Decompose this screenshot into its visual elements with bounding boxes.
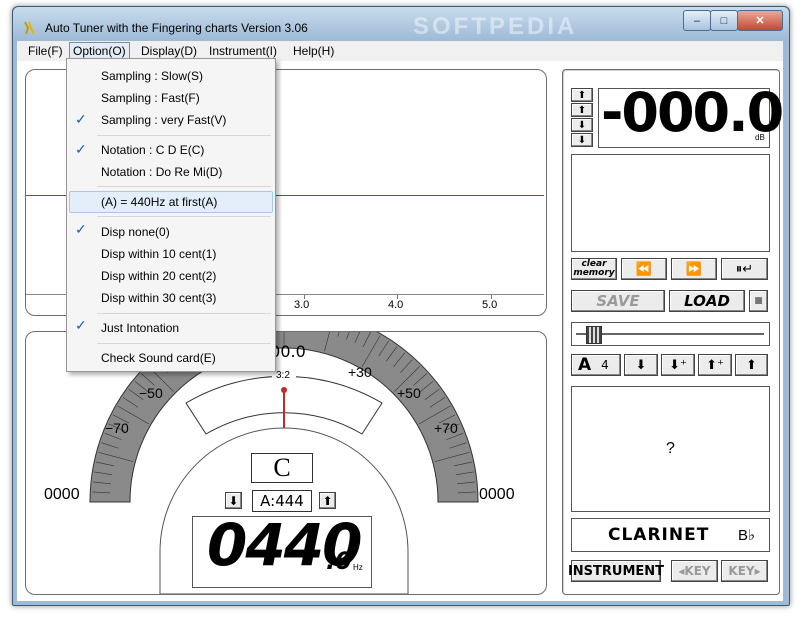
pause-return-icon: ⏸↵ xyxy=(735,261,754,277)
level-up-button[interactable]: ⬆ xyxy=(571,103,593,117)
window-title: Auto Tuner with the Fingering charts Ver… xyxy=(45,21,308,35)
frequency-decimal: .0 xyxy=(326,547,352,575)
arrow-up-icon: ⬆ xyxy=(577,89,587,101)
cent-label-plus30: +30 xyxy=(348,364,372,380)
forward-button[interactable]: ⏩ xyxy=(671,258,717,280)
menu-separator xyxy=(97,343,271,344)
level-down-button[interactable]: ⬇ xyxy=(571,118,593,132)
menu-display[interactable]: Display(D) xyxy=(141,44,197,58)
close-button[interactable]: ✕ xyxy=(737,10,783,31)
menu-item-notation-doremi[interactable]: Notation : Do Re Mi(D) xyxy=(101,165,222,179)
menu-item-sampling-slow[interactable]: Sampling : Slow(S) xyxy=(101,69,203,83)
arrow-down-icon: ⬇ xyxy=(635,357,647,373)
note-display: C xyxy=(251,453,313,483)
load-button[interactable]: LOAD xyxy=(669,290,745,312)
x-tick-label: 5.0 xyxy=(482,299,498,311)
db-display: -000.0 dB xyxy=(598,81,784,148)
fingering-chart: ? xyxy=(571,386,770,512)
cent-label-minus70: −70 xyxy=(105,420,129,436)
x-tick-label: 3.0 xyxy=(294,299,310,311)
arrow-down-icon: ⬇⁺ xyxy=(669,357,687,373)
check-icon: ✓ xyxy=(75,317,87,333)
x-tick-label: 4.0 xyxy=(388,299,404,311)
transpose-up-octave-button[interactable]: ⬆⁺ xyxy=(698,354,732,376)
arrow-up-icon: ⬆ xyxy=(577,104,587,116)
menu-help[interactable]: Help(H) xyxy=(293,44,334,58)
pause-button[interactable]: ⏸↵ xyxy=(721,258,768,280)
transpose-letter: A xyxy=(578,355,592,375)
pitch-reference: A:444 xyxy=(252,490,312,512)
menu-item-sampling-very-fast[interactable]: Sampling : very Fast(V) xyxy=(101,113,226,127)
transpose-up-button[interactable]: ⬆ xyxy=(735,354,768,376)
arrow-down-icon: ⬇ xyxy=(577,119,587,131)
menu-file[interactable]: File(F) xyxy=(28,44,63,58)
menu-item-just-intonation[interactable]: Just Intonation xyxy=(101,321,179,335)
db-unit: dB xyxy=(755,133,765,142)
left-value: 0000 xyxy=(44,486,80,503)
forward-icon: ⏩ xyxy=(685,261,703,277)
key-up-button[interactable]: KEY▸ xyxy=(721,560,768,582)
check-icon: ✓ xyxy=(75,141,87,157)
watermark: SOFTPEDIA xyxy=(413,13,578,40)
title-bar[interactable]: Auto Tuner with the Fingering charts Ver… xyxy=(13,7,789,41)
instrument-button[interactable]: INSTRUMENT xyxy=(568,560,664,582)
control-panel: ⬆ ⬆ ⬇ ⬇ -000.0 dB clear memory ⏪ ⏩ ⏸↵ SA… xyxy=(562,69,784,595)
level-down-fast-button[interactable]: ⬇ xyxy=(571,133,593,147)
clear-memory-button[interactable]: clear memory xyxy=(571,258,617,280)
maximize-button[interactable]: □ xyxy=(710,10,738,31)
slider-track xyxy=(576,333,764,335)
menu-item-disp-20[interactable]: Disp within 20 cent(2) xyxy=(101,269,216,283)
menu-item-disp-none[interactable]: Disp none(0) xyxy=(101,225,170,239)
transpose-down-button[interactable]: ⬇ xyxy=(624,354,658,376)
stop-button[interactable]: ■ xyxy=(749,290,768,312)
cent-label-plus50: +50 xyxy=(397,385,421,401)
level-up-fast-button[interactable]: ⬆ xyxy=(571,88,593,102)
menu-item-notation-cde[interactable]: Notation : C D E(C) xyxy=(101,143,204,157)
arrow-up-icon: ⬆⁺ xyxy=(706,357,724,373)
menu-separator xyxy=(97,135,271,136)
arrow-up-icon: ⬆ xyxy=(746,357,757,373)
memory-label: memory xyxy=(573,268,615,278)
rewind-button[interactable]: ⏪ xyxy=(621,258,667,280)
menu-instrument[interactable]: Instrument(I) xyxy=(209,44,277,58)
slider-thumb[interactable] xyxy=(586,326,602,344)
menu-separator xyxy=(97,216,271,217)
memory-display xyxy=(571,154,770,252)
arrow-down-icon: ⬇ xyxy=(577,134,587,146)
interval-ratio: 3:2 xyxy=(276,370,290,381)
transpose-number: 4 xyxy=(601,358,609,372)
pitch-up-button[interactable]: ⬆ xyxy=(319,492,336,509)
menu-item-check-sound-card[interactable]: Check Sound card(E) xyxy=(101,351,216,365)
instrument-name: CLARINET xyxy=(608,525,710,545)
right-value: 0000 xyxy=(479,486,515,503)
frequency-unit: Hz xyxy=(353,563,363,572)
menu-item-a440[interactable]: (A) = 440Hz at first(A) xyxy=(101,195,217,209)
check-icon: ✓ xyxy=(75,111,87,127)
volume-slider[interactable] xyxy=(571,322,770,346)
pitch-down-button[interactable]: ⬇ xyxy=(225,492,242,509)
save-button[interactable]: SAVE xyxy=(571,290,665,312)
stop-icon: ■ xyxy=(754,296,763,306)
instrument-key: B♭ xyxy=(738,527,756,544)
instrument-display: CLARINET B♭ xyxy=(571,518,770,552)
menu-separator xyxy=(97,186,271,187)
transpose-down-octave-button[interactable]: ⬇⁺ xyxy=(661,354,695,376)
cent-label-minus50: −50 xyxy=(139,385,163,401)
frequency-display: 0440 .0 Hz xyxy=(192,511,372,588)
option-menu: ✓ ✓ ✓ ✓ Sampling : Slow(S) Sampling : Fa… xyxy=(66,58,276,372)
transpose-display: A 4 xyxy=(571,354,621,376)
minimize-button[interactable]: – xyxy=(683,10,711,31)
key-down-button[interactable]: ◂KEY xyxy=(671,560,718,582)
rewind-icon: ⏪ xyxy=(635,261,653,277)
app-tuning-fork-icon xyxy=(24,21,35,35)
menu-item-disp-30[interactable]: Disp within 30 cent(3) xyxy=(101,291,216,305)
menu-item-sampling-fast[interactable]: Sampling : Fast(F) xyxy=(101,91,200,105)
menu-separator xyxy=(97,313,271,314)
arrow-up-icon: ⬆ xyxy=(322,493,333,508)
arrow-down-icon: ⬇ xyxy=(228,493,239,508)
check-icon: ✓ xyxy=(75,221,87,237)
cent-label-plus70: +70 xyxy=(434,420,458,436)
menu-item-disp-10[interactable]: Disp within 10 cent(1) xyxy=(101,247,216,261)
